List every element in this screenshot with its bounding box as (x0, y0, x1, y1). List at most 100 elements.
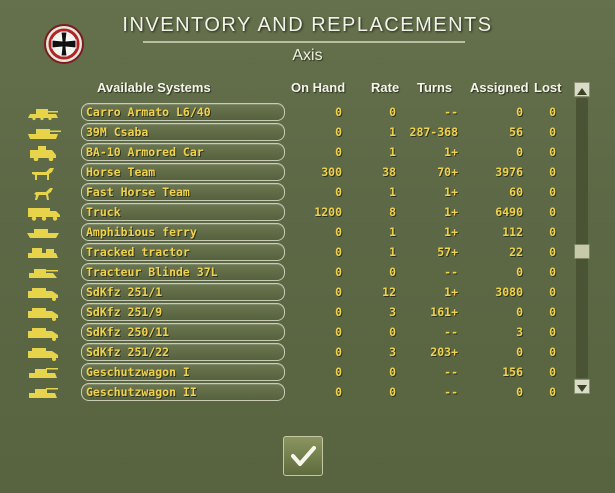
rate-value: 38 (382, 165, 396, 179)
inventory-row[interactable]: Geschutzwagon II 0 0 -- 0 0 (0, 382, 570, 402)
inventory-row[interactable]: Geschutzwagon I 0 0 -- 156 0 (0, 362, 570, 382)
turns-value: 287-368 (409, 125, 458, 139)
assigned-value: 22 (509, 245, 523, 259)
system-name: 39M Csaba (86, 125, 149, 139)
turns-value: 203+ (430, 345, 458, 359)
inventory-row[interactable]: Tracteur Blinde 37L 0 0 -- 0 0 (0, 262, 570, 282)
assigned-value: 56 (509, 125, 523, 139)
column-header-lost: Lost (534, 80, 562, 95)
scroll-track[interactable] (576, 98, 588, 378)
turns-value: 70+ (437, 165, 458, 179)
scroll-thumb[interactable] (574, 243, 590, 259)
inventory-row[interactable]: Truck 1200 8 1+ 6490 0 (0, 202, 570, 222)
armored-car-icon (30, 146, 56, 161)
system-name: Tracteur Blinde 37L (86, 265, 218, 279)
column-header-on-hand: On Hand (291, 80, 346, 95)
assigned-value: 112 (502, 225, 523, 239)
scroll-up-arrow-icon[interactable] (574, 82, 590, 97)
self-propelled-gun-icon (29, 368, 58, 378)
system-name: SdKfz 251/9 (86, 305, 163, 319)
title-divider (143, 41, 465, 43)
assigned-value: 6490 (495, 205, 523, 219)
scroll-down-arrow-icon[interactable] (574, 379, 590, 394)
rate-value: 0 (389, 265, 396, 279)
rate-value: 0 (389, 365, 396, 379)
on-hand-value: 1200 (314, 205, 342, 219)
rate-value: 3 (389, 345, 396, 359)
lost-value: 0 (549, 225, 556, 239)
confirm-button[interactable] (283, 436, 323, 476)
inventory-row[interactable]: 39M Csaba 0 1 287-368 56 0 (0, 122, 570, 142)
inventory-row[interactable]: Fast Horse Team 0 1 1+ 60 0 (0, 182, 570, 202)
rate-value: 3 (389, 305, 396, 319)
tracked-tractor-icon (28, 248, 58, 258)
lost-value: 0 (549, 125, 556, 139)
turns-value: -- (444, 105, 458, 119)
system-name: SdKfz 251/22 (86, 345, 170, 359)
on-hand-value: 0 (335, 225, 342, 239)
rate-value: 1 (389, 125, 396, 139)
inventory-row[interactable]: Carro Armato L6/40 0 0 -- 0 0 (0, 102, 570, 122)
inventory-row[interactable]: SdKfz 251/22 0 3 203+ 0 0 (0, 342, 570, 362)
on-hand-value: 0 (335, 325, 342, 339)
rate-value: 12 (382, 285, 396, 299)
on-hand-value: 0 (335, 285, 342, 299)
turns-value: 161+ (430, 305, 458, 319)
system-name: Geschutzwagon II (86, 385, 197, 399)
on-hand-value: 0 (335, 185, 342, 199)
rate-value: 1 (389, 245, 396, 259)
system-name: Amphibious ferry (86, 225, 197, 239)
inventory-row[interactable]: SdKfz 251/9 0 3 161+ 0 0 (0, 302, 570, 322)
assigned-value: 0 (516, 345, 523, 359)
assigned-value: 0 (516, 145, 523, 159)
self-propelled-gun-icon (29, 388, 58, 398)
on-hand-value: 0 (335, 265, 342, 279)
on-hand-value: 0 (335, 385, 342, 399)
inventory-row[interactable]: BA-10 Armored Car 0 1 1+ 0 0 (0, 142, 570, 162)
on-hand-value: 0 (335, 345, 342, 359)
system-name: Carro Armato L6/40 (86, 105, 211, 119)
halftrack-icon (28, 288, 58, 301)
column-header-turns: Turns (417, 80, 453, 95)
on-hand-value: 300 (321, 165, 342, 179)
assigned-value: 0 (516, 305, 523, 319)
inventory-row[interactable]: SdKfz 251/1 0 12 1+ 3080 0 (0, 282, 570, 302)
inventory-row[interactable]: Tracked tractor 0 1 57+ 22 0 (0, 242, 570, 262)
assigned-value: 3976 (495, 165, 523, 179)
fast-horse-icon (34, 188, 53, 200)
on-hand-value: 0 (335, 245, 342, 259)
turns-value: 1+ (444, 145, 458, 159)
assigned-value: 0 (516, 265, 523, 279)
lost-value: 0 (549, 345, 556, 359)
turns-value: 1+ (444, 185, 458, 199)
on-hand-value: 0 (335, 125, 342, 139)
assigned-value: 0 (516, 105, 523, 119)
inventory-row[interactable]: Amphibious ferry 0 1 1+ 112 0 (0, 222, 570, 242)
column-header-assigned: Assigned (470, 80, 529, 95)
on-hand-value: 0 (335, 305, 342, 319)
turns-value: 1+ (444, 205, 458, 219)
lost-value: 0 (549, 385, 556, 399)
rate-value: 1 (389, 225, 396, 239)
list-scrollbar[interactable] (574, 82, 590, 394)
rate-value: 0 (389, 385, 396, 399)
inventory-row[interactable]: SdKfz 250/11 0 0 -- 3 0 (0, 322, 570, 342)
on-hand-value: 0 (335, 145, 342, 159)
side-label: Axis (292, 47, 323, 64)
rate-value: 0 (389, 325, 396, 339)
turns-value: -- (444, 325, 458, 339)
column-header-system: Available Systems (97, 80, 211, 95)
inventory-row[interactable]: Horse Team 300 38 70+ 3976 0 (0, 162, 570, 182)
lost-value: 0 (549, 325, 556, 339)
lost-value: 0 (549, 165, 556, 179)
lost-value: 0 (549, 265, 556, 279)
lost-value: 0 (549, 105, 556, 119)
turns-value: -- (444, 265, 458, 279)
tracteur-blinde-icon (29, 269, 58, 278)
light-tank-icon (28, 109, 58, 121)
checkmark-icon (291, 446, 316, 466)
on-hand-value: 0 (335, 105, 342, 119)
assigned-value: 3 (516, 325, 523, 339)
amphibious-ferry-icon (27, 229, 59, 238)
halftrack-icon (28, 308, 58, 321)
